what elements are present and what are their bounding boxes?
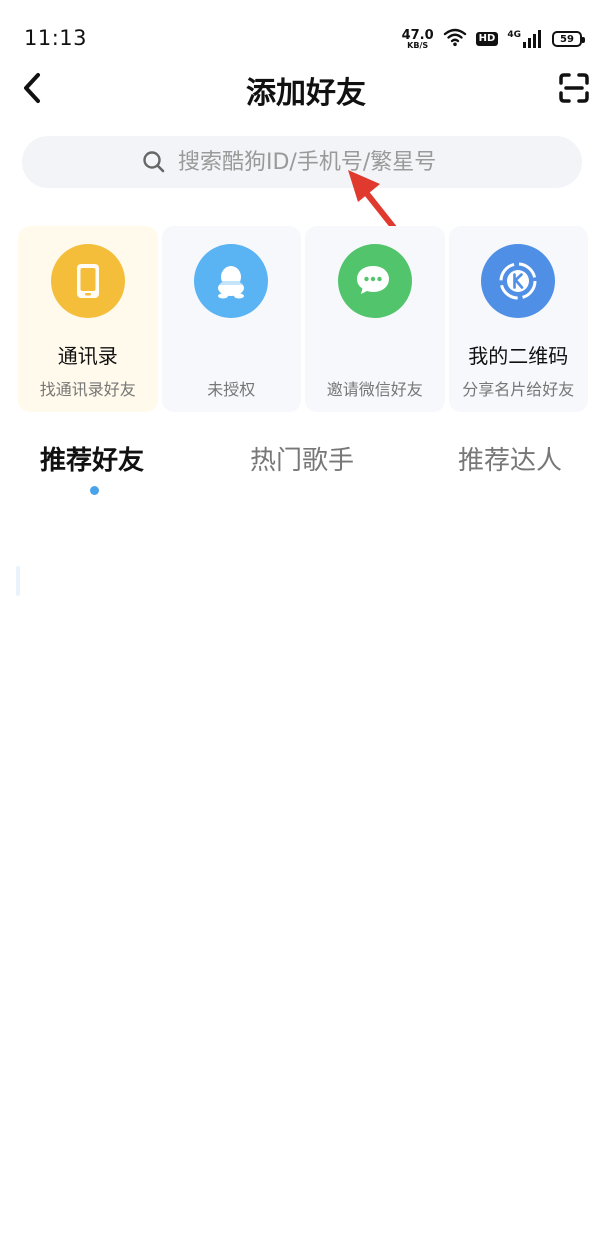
action-icon-circle	[337, 244, 412, 318]
action-my-qr-code[interactable]: 我的二维码 分享名片给好友	[448, 226, 588, 412]
action-title: 我的二维码	[468, 344, 569, 368]
network-speed-value: 47.0	[401, 27, 434, 43]
scan-icon	[559, 73, 589, 103]
battery-indicator: 59	[552, 31, 585, 47]
phone-book-icon	[76, 264, 99, 298]
edge-marker	[16, 566, 20, 596]
action-wechat[interactable]: 邀请微信好友	[305, 226, 445, 412]
action-qq[interactable]: 未授权	[161, 226, 301, 412]
hd-badge: HD	[475, 32, 499, 46]
action-title: 通讯录	[57, 344, 118, 368]
quick-actions: 通讯录 找通讯录好友 未授权 邀请微信好友 我的二维码 分享名片给好友	[18, 226, 588, 412]
search-icon	[142, 149, 168, 175]
signal-icon: 4G	[507, 30, 543, 48]
wifi-icon	[443, 27, 467, 51]
kugou-k-icon	[499, 262, 537, 300]
qq-penguin-icon	[218, 266, 245, 299]
active-tab-indicator	[90, 486, 99, 495]
action-contacts[interactable]: 通讯录 找通讯录好友	[18, 226, 158, 412]
tab-popular-singers[interactable]: 热门歌手	[250, 440, 354, 477]
action-subtitle: 找通讯录好友	[39, 380, 136, 399]
scan-button[interactable]	[554, 66, 594, 110]
tab-bar: 推荐好友 热门歌手 推荐达人	[0, 440, 612, 500]
network-speed-unit: KB/S	[407, 40, 429, 50]
search-input[interactable]	[178, 149, 498, 175]
action-icon-circle	[481, 244, 556, 318]
action-icon-circle	[194, 244, 269, 318]
tab-recommended-friends[interactable]: 推荐好友	[40, 440, 144, 477]
search-bar[interactable]	[22, 136, 582, 188]
network-speed: 47.0 KB/S	[402, 29, 434, 50]
network-type: 4G	[507, 30, 521, 40]
tab-recommended-experts[interactable]: 推荐达人	[458, 440, 562, 477]
action-subtitle: 未授权	[207, 380, 256, 399]
status-time: 11:13	[24, 26, 88, 50]
page-title: 添加好友	[246, 76, 366, 111]
action-subtitle: 邀请微信好友	[326, 380, 423, 399]
top-nav-bar: 添加好友	[0, 60, 612, 116]
action-icon-circle	[50, 244, 125, 318]
status-icons: 47.0 KB/S HD 4G 59	[402, 26, 585, 52]
action-subtitle: 分享名片给好友	[462, 380, 575, 399]
wechat-icon	[356, 266, 389, 294]
